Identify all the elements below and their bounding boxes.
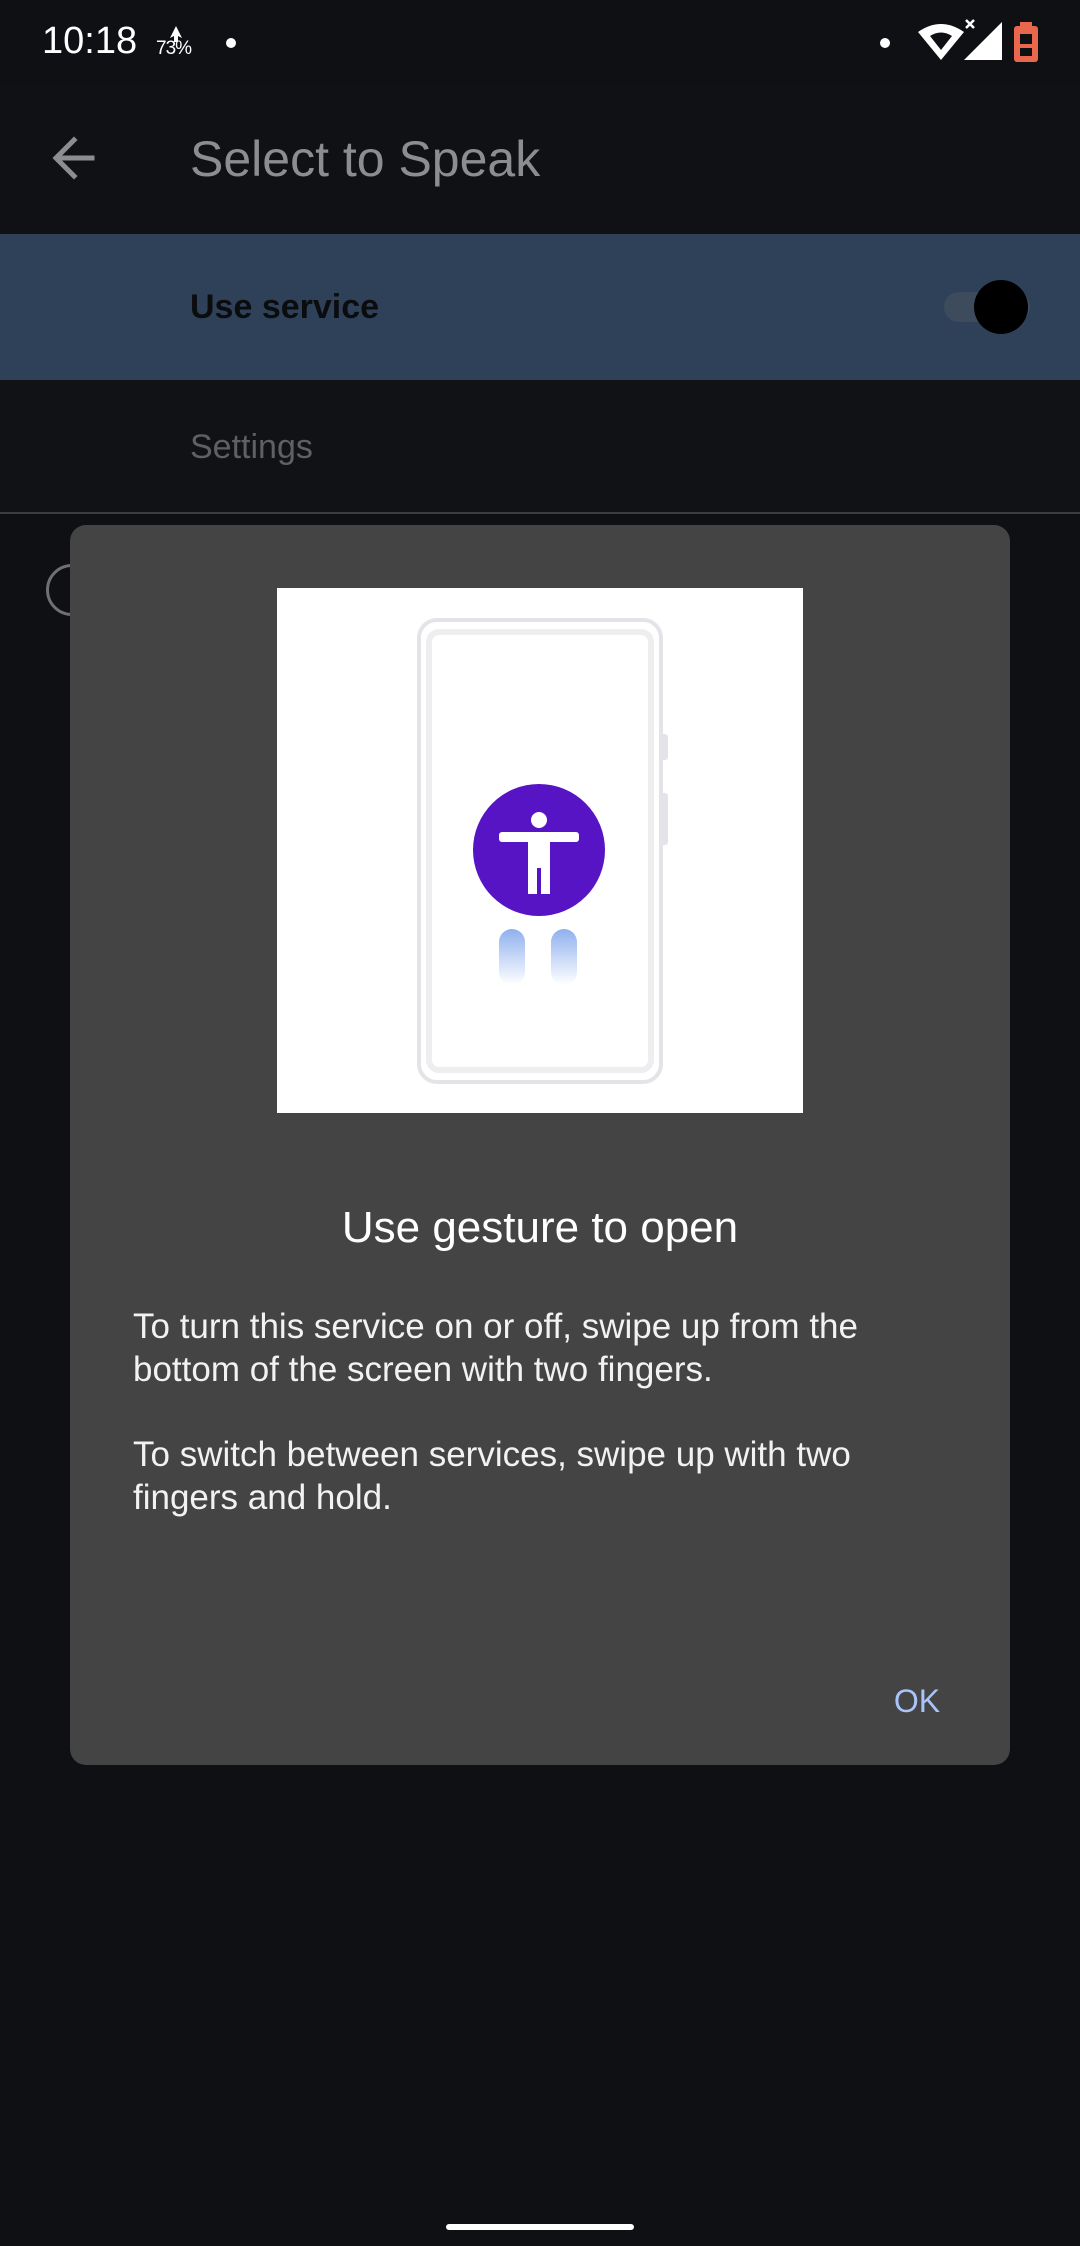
notification-dot-icon	[226, 38, 236, 48]
arrow-back-icon[interactable]	[46, 130, 102, 186]
status-clock: 10:18	[42, 20, 138, 62]
dialog-message-1: To turn this service on or off, swipe up…	[133, 1307, 858, 1389]
page-title: Select to Speak	[190, 131, 541, 187]
gesture-illustration	[277, 588, 803, 1113]
use-service-row[interactable]	[0, 234, 1080, 380]
toggle-thumb	[974, 280, 1028, 334]
signal-icon	[964, 19, 1002, 60]
wifi-icon	[918, 24, 964, 60]
settings-row[interactable]	[0, 380, 1080, 512]
finger-icon	[551, 929, 577, 985]
status-bar: 10:18 73%	[0, 0, 1080, 86]
dialog-message-2: To switch between services, swipe up wit…	[133, 1435, 851, 1517]
notification-dot-icon	[880, 38, 890, 48]
phone-illustration	[417, 618, 668, 1084]
home-indicator[interactable]	[446, 2224, 634, 2230]
dialog-title: Use gesture to open	[341, 1203, 739, 1252]
finger-icon	[499, 929, 525, 985]
settings-label: Settings	[190, 428, 313, 466]
use-service-label: Use service	[190, 288, 380, 326]
data-usage-percent: 73%	[156, 38, 192, 59]
ok-button[interactable]: OK	[862, 1665, 972, 1737]
accessibility-icon	[473, 784, 605, 916]
gesture-dialog: Use gesture to open To turn this service…	[70, 525, 1010, 1765]
divider	[0, 512, 1080, 514]
battery-icon	[1014, 22, 1038, 62]
use-service-toggle[interactable]	[944, 280, 1030, 334]
